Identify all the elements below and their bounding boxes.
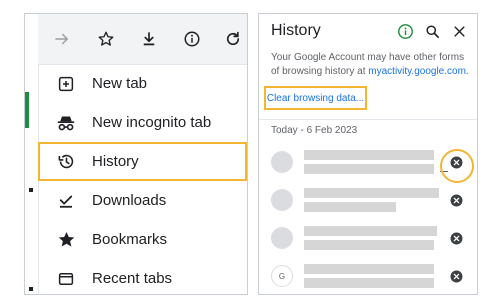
- active-tab-indicator: [25, 92, 29, 128]
- site-favicon: [271, 227, 293, 249]
- download-icon[interactable]: [137, 27, 161, 51]
- history-icon: [56, 152, 76, 172]
- incognito-icon: [56, 113, 76, 133]
- menu-item-label: New incognito tab: [92, 114, 212, 131]
- date-header: Today - 6 Feb 2023: [271, 125, 358, 136]
- menu-item-label: Downloads: [92, 192, 167, 209]
- background-marker: [29, 188, 33, 192]
- menu-item-recent-tabs[interactable]: Recent tabs: [38, 259, 247, 294]
- redacted-url: [304, 278, 434, 288]
- redacted-url: [304, 240, 434, 250]
- site-favicon: [271, 151, 293, 173]
- site-favicon: [271, 189, 293, 211]
- menu-item-label: History: [92, 153, 139, 170]
- star-filled-icon: [56, 230, 76, 250]
- menu-item-new-tab[interactable]: New tab: [38, 64, 247, 103]
- menu-item-history[interactable]: History: [38, 142, 247, 181]
- reload-icon[interactable]: [221, 27, 245, 51]
- redacted-url: [304, 202, 396, 212]
- menu-item-downloads[interactable]: Downloads: [38, 181, 247, 220]
- menu-item-new-incognito-tab[interactable]: New incognito tab: [38, 103, 247, 142]
- background-window-edge: [25, 14, 39, 294]
- forward-arrow-icon[interactable]: [50, 27, 74, 51]
- menu-item-label: Bookmarks: [92, 231, 168, 248]
- remove-entry-icon[interactable]: [449, 269, 463, 283]
- close-icon[interactable]: [450, 22, 468, 40]
- menu-item-bookmarks[interactable]: Bookmarks: [38, 220, 247, 259]
- info-icon[interactable]: [180, 27, 204, 51]
- info-icon[interactable]: [396, 22, 414, 40]
- redacted-title: [304, 150, 434, 160]
- google-favicon: G: [271, 265, 293, 287]
- recent-tabs-icon: [56, 269, 76, 289]
- menu-toolbar: [38, 14, 247, 65]
- redacted-title: [304, 226, 437, 236]
- new-tab-icon: [56, 74, 76, 94]
- remove-entry-icon[interactable]: [449, 193, 463, 207]
- clear-browsing-data-button[interactable]: Clear browsing data...: [264, 86, 367, 110]
- account-history-note: Your Google Account may have other forms…: [271, 51, 471, 79]
- star-icon[interactable]: [94, 27, 118, 51]
- search-icon[interactable]: [423, 22, 441, 40]
- remove-highlight-ring: [440, 149, 474, 183]
- redacted-title: [304, 188, 439, 198]
- history-entry[interactable]: [259, 220, 477, 258]
- download-done-icon: [56, 191, 76, 211]
- background-marker: [29, 287, 33, 291]
- history-entry[interactable]: G: [259, 258, 477, 294]
- menu-item-label: New tab: [92, 75, 148, 92]
- redacted-title: [304, 264, 434, 274]
- history-entry[interactable]: [259, 182, 477, 220]
- menu-item-label: Recent tabs: [92, 270, 173, 287]
- history-panel: History Your Google Account may have oth…: [258, 13, 478, 295]
- page-title: History: [271, 22, 321, 39]
- myactivity-link[interactable]: myactivity.google.com.: [368, 66, 468, 77]
- menu-list: New tab New incognito tab History Downlo…: [38, 64, 247, 294]
- remove-entry-icon[interactable]: [449, 231, 463, 245]
- redacted-url: [304, 164, 434, 174]
- divider: [259, 119, 477, 120]
- chrome-menu-panel: New tab New incognito tab History Downlo…: [24, 13, 248, 295]
